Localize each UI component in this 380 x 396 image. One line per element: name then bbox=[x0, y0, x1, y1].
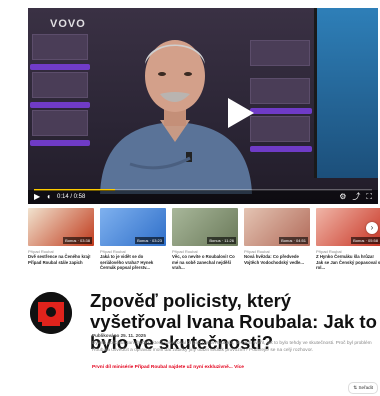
video-title[interactable]: Dvě sestřence na Čeného kraj! Případ Rou… bbox=[28, 254, 94, 265]
article-description: Bývalý policista Jan Štoček, který vyšet… bbox=[92, 341, 372, 353]
promo-more-link[interactable]: Více bbox=[234, 365, 244, 370]
video-controls: ▶ ◖ 0:14 / 0:58 ⚙ ⤴ ⛶ bbox=[28, 190, 378, 204]
share-icon[interactable]: ⤴ bbox=[352, 193, 360, 201]
video-time: 0:14 / 0:58 bbox=[57, 194, 86, 200]
studio-wall-panel bbox=[32, 34, 88, 60]
article-publish-date: Publikováno 25. 11. 2025 bbox=[92, 333, 146, 338]
video-frame bbox=[28, 8, 378, 204]
studio-light-strip bbox=[30, 102, 90, 108]
settings-icon[interactable]: ⚙ bbox=[339, 193, 346, 201]
video-card[interactable]: Bonus · 03:23 Případ Roubal Jaká to je vid… bbox=[100, 208, 166, 270]
video-duration: Bonus · 04:51 bbox=[279, 237, 308, 244]
volume-icon[interactable]: ◖ bbox=[46, 193, 51, 201]
fullscreen-icon[interactable]: ⛶ bbox=[366, 193, 372, 201]
show-logo-image bbox=[30, 292, 72, 334]
video-thumbnail[interactable]: Bonus · 11:26 bbox=[172, 208, 238, 246]
sort-button[interactable]: ⇅ Seřadit bbox=[348, 382, 378, 394]
video-thumbnail[interactable]: Bonus · 03:38 bbox=[28, 208, 94, 246]
studio-light-strip bbox=[30, 140, 90, 146]
studio-light-strip bbox=[30, 64, 90, 70]
related-videos-carousel: Bonus · 03:38 Případ Roubal Dvě sestřence … bbox=[28, 208, 380, 270]
video-card[interactable]: Bonus · 04:51 Případ Roubal Nová hvězda: C… bbox=[244, 208, 310, 266]
video-duration: Bonus · 05:58 bbox=[351, 237, 380, 244]
video-card[interactable]: Bonus · 03:38 Případ Roubal Dvě sestřence … bbox=[28, 208, 94, 266]
play-icon[interactable] bbox=[226, 96, 256, 130]
promo-label: První díl minisérie Případ Roubal najdet… bbox=[92, 365, 233, 370]
video-thumbnail[interactable]: Bonus · 03:23 bbox=[100, 208, 166, 246]
video-card[interactable]: Bonus · 11:26 Případ Roubal Věc, co nevíte… bbox=[172, 208, 238, 270]
channel-logo: VOVO bbox=[50, 18, 86, 30]
video-title[interactable]: Nová hvězda: Co předvede Vojtěch Vodocho… bbox=[244, 254, 310, 265]
video-duration: Bonus · 11:26 bbox=[207, 237, 236, 244]
promo-text: První díl minisérie Případ Roubal najdet… bbox=[92, 365, 244, 370]
sort-label: Seřadit bbox=[358, 385, 373, 390]
video-title[interactable]: Věc, co nevíte o Roubalovi! Co mé na sob… bbox=[172, 254, 238, 271]
video-duration: Bonus · 03:38 bbox=[63, 237, 92, 244]
video-thumbnail[interactable]: Bonus · 04:51 bbox=[244, 208, 310, 246]
studio-screen bbox=[314, 8, 378, 178]
video-duration: Bonus · 03:23 bbox=[135, 237, 164, 244]
video-card[interactable]: Bonus · 05:58 Případ Roubal Z Hynko Čermák… bbox=[316, 208, 380, 270]
studio-wall-panel bbox=[32, 110, 88, 136]
studio-wall-panel bbox=[32, 72, 88, 98]
play-small-icon[interactable]: ▶ bbox=[34, 193, 40, 201]
carousel-next-button[interactable]: › bbox=[366, 222, 378, 234]
video-title[interactable]: Z Hynko Čermáku šla hrůza! Jak se Jan Če… bbox=[316, 254, 380, 271]
video-controls-right: ⚙ ⤴ ⛶ bbox=[339, 193, 372, 201]
video-player[interactable]: VOVO ▶ ◖ 0:14 / 0:58 ⚙ ⤴ ⛶ bbox=[28, 8, 378, 204]
show-avatar[interactable] bbox=[30, 292, 72, 334]
video-title[interactable]: Jaká to je vidět se do seriálového vraha… bbox=[100, 254, 166, 271]
